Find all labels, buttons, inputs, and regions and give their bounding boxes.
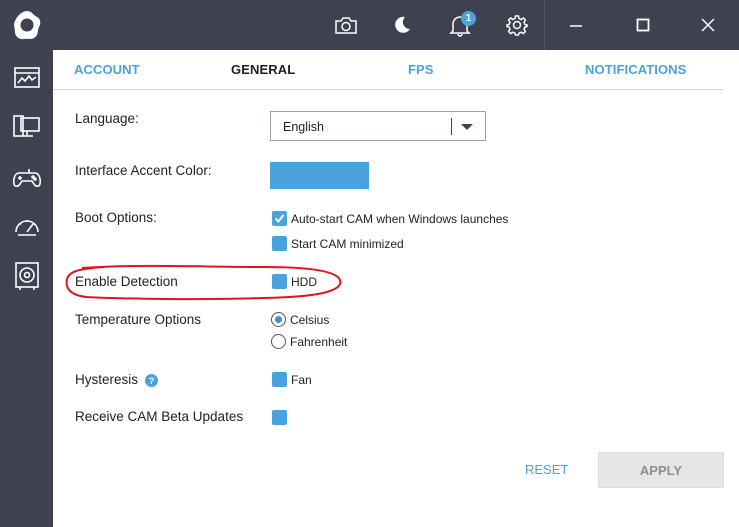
maximize-icon[interactable] (628, 10, 658, 40)
celsius-radio[interactable] (271, 312, 286, 327)
language-value: English (283, 120, 324, 134)
window-controls-divider (544, 0, 545, 50)
language-label: Language: (75, 111, 139, 126)
apply-button[interactable]: APPLY (598, 452, 724, 488)
select-divider (451, 118, 452, 135)
start-minimized-label: Start CAM minimized (291, 237, 404, 251)
celsius-label: Celsius (290, 313, 330, 327)
tab-account[interactable]: ACCOUNT (74, 62, 140, 77)
chevron-down-icon[interactable] (461, 124, 473, 130)
temperature-options-label: Temperature Options (75, 312, 202, 327)
sidebar (0, 0, 53, 527)
dashboard-icon[interactable] (11, 62, 43, 94)
beta-updates-checkbox[interactable] (272, 410, 287, 425)
apply-label: APPLY (639, 462, 683, 478)
fan-label: Fan (291, 373, 312, 387)
hysteresis-label: Hysteresis (75, 372, 139, 387)
tab-general[interactable]: GENERAL (231, 62, 295, 77)
notification-badge: 1 (461, 11, 476, 26)
annotation-ellipse (65, 264, 342, 301)
minimize-icon[interactable] (561, 10, 591, 40)
tab-fps[interactable]: FPS (408, 62, 434, 77)
question-icon[interactable]: ? (145, 374, 158, 387)
start-minimized-checkbox[interactable] (272, 236, 287, 251)
moon-icon[interactable] (387, 10, 417, 40)
fahrenheit-label: Fahrenheit (290, 335, 348, 349)
reset-button[interactable]: RESET (525, 462, 568, 477)
autostart-label: Auto-start CAM when Windows launches (291, 212, 509, 226)
title-bar: 1 (53, 0, 739, 50)
checkmark-icon (274, 214, 285, 224)
cam-logo-icon[interactable] (10, 8, 44, 42)
tab-notifications[interactable]: NOTIFICATIONS (585, 62, 686, 77)
beta-updates-label: Receive CAM Beta Updates (75, 409, 244, 424)
fan-checkbox[interactable] (272, 372, 287, 387)
close-icon[interactable] (693, 10, 723, 40)
camera-icon[interactable] (331, 10, 361, 40)
fahrenheit-radio[interactable] (271, 334, 286, 349)
language-select[interactable]: English (270, 111, 486, 141)
settings-tabs: ACCOUNT GENERAL FPS NOTIFICATIONS (53, 50, 724, 90)
speaker-icon[interactable] (11, 260, 43, 292)
pc-monitor-icon[interactable] (11, 110, 43, 142)
gamepad-icon[interactable] (11, 162, 43, 194)
speedometer-icon[interactable] (11, 210, 43, 242)
boot-options-label: Boot Options: (75, 210, 157, 225)
autostart-checkbox[interactable] (272, 211, 287, 226)
accent-color-label: Interface Accent Color: (75, 163, 212, 178)
accent-color-swatch[interactable] (270, 162, 369, 189)
bell-icon[interactable]: 1 (445, 10, 476, 40)
gear-icon[interactable] (502, 10, 532, 40)
